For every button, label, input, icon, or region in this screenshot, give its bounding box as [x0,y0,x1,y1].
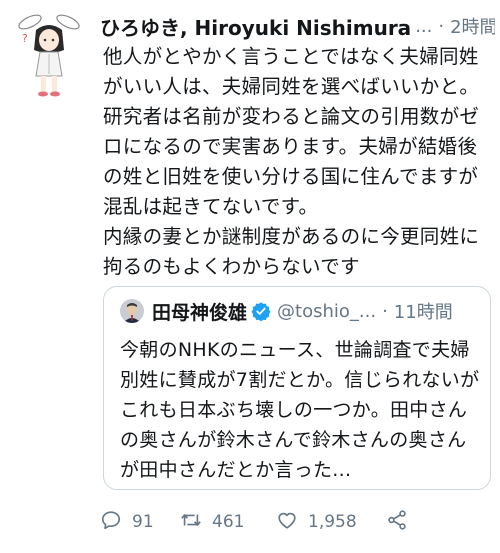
quoted-tweet-header: 田母神俊雄 @toshio_... · 11時間 [120,298,453,324]
quoted-tweet-text: 今朝のNHKのニュース、世論調査で夫婦別姓に賛成が7割だとか。信じられないがこれ… [120,339,480,481]
retweet-button[interactable]: 461 [180,509,276,536]
quoted-author-handle: @toshio_... [277,300,377,322]
quoted-author-name: 田母神俊雄 [152,301,248,324]
quoted-author-avatar [120,299,144,323]
reply-button[interactable]: 91 [100,509,180,536]
reply-count: 91 [132,512,154,532]
share-icon [386,509,408,536]
tweet-time[interactable]: 2時間 [450,13,495,39]
quoted-tweet-time: 11時間 [393,302,453,323]
tweet-actions: 91 461 1,958 [100,505,490,539]
author-avatar[interactable]: ? [10,6,88,102]
author-handle[interactable]: ... [415,16,432,37]
like-button[interactable]: 1,958 [276,509,386,536]
time-separator: · [438,15,445,37]
share-button[interactable] [386,509,408,536]
reply-icon [100,509,122,536]
author-name[interactable]: ひろゆき, Hiroyuki Nishimura [100,12,411,41]
quoted-tweet[interactable]: 田母神俊雄 @toshio_... · 11時間 今朝のNHKのニュース、世論調… [103,286,491,490]
retweet-icon [180,509,202,536]
heart-icon [276,509,298,536]
retweet-count: 461 [212,512,245,532]
tweet-header: ひろゆき, Hiroyuki Nishimura ... · 2時間 [100,10,495,42]
verified-badge-icon [251,301,271,322]
quoted-time-separator: · [382,300,388,322]
like-count: 1,958 [308,512,357,532]
svg-text:?: ? [22,32,28,45]
tweet-text: 他人がとやかく言うことではなく夫婦同姓がいい人は、夫婦同姓を選べばいいかと。 研… [103,45,480,278]
